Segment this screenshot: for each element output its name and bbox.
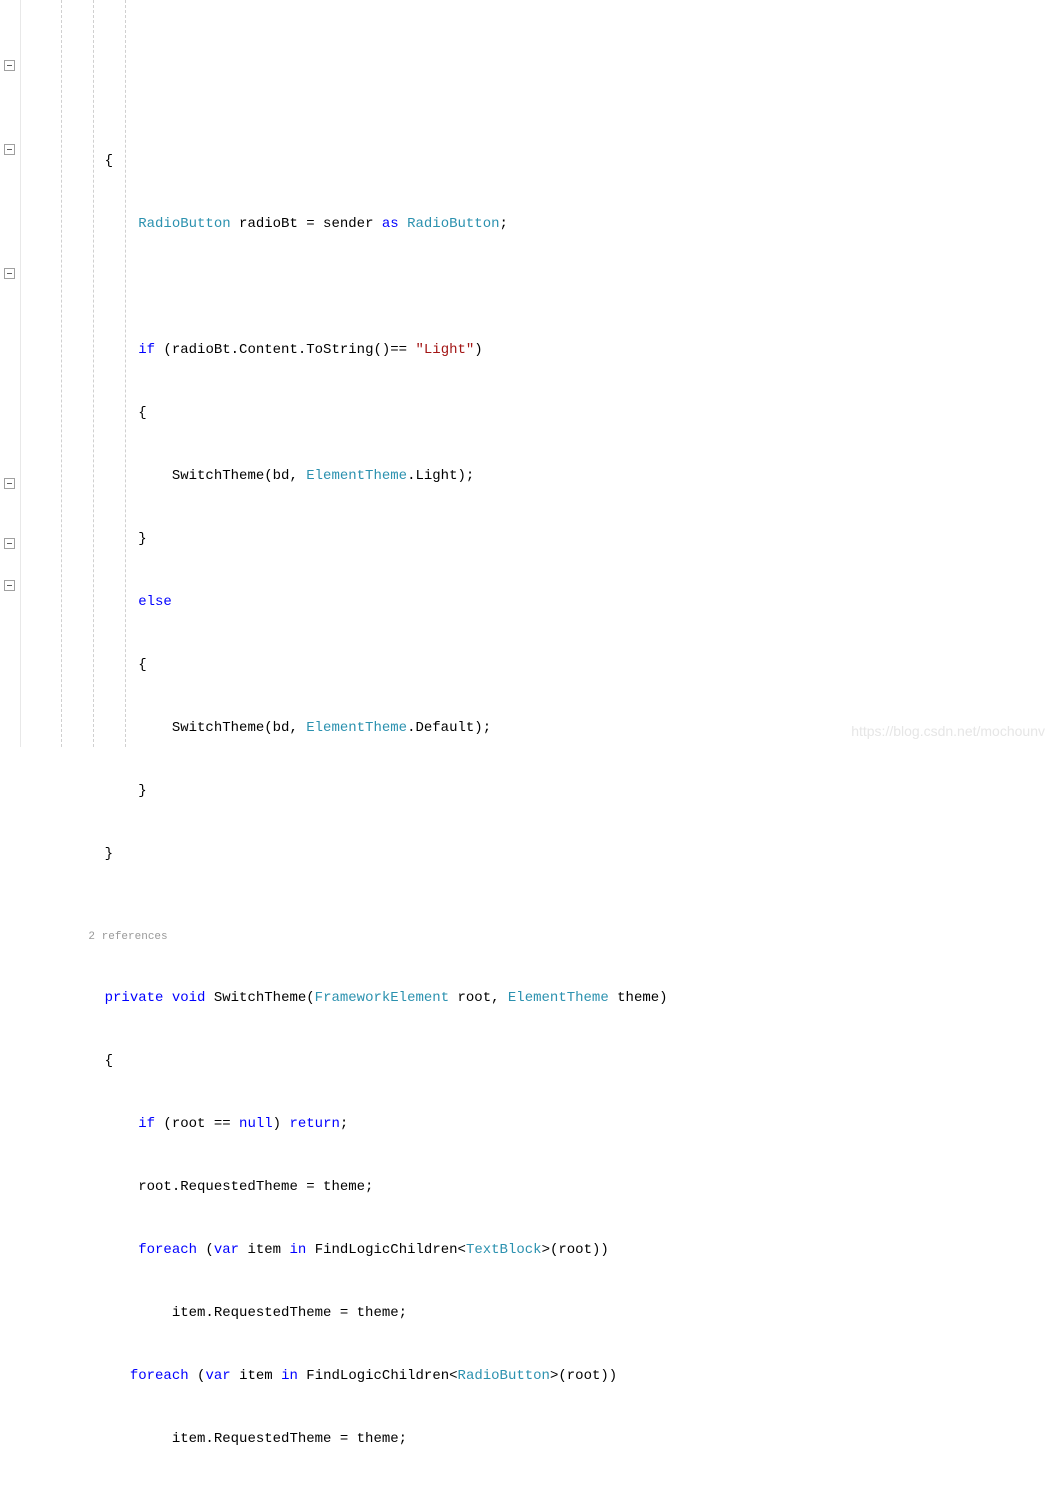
fold-toggle-icon[interactable] bbox=[4, 478, 15, 489]
code-line: { bbox=[21, 655, 1057, 676]
fold-toggle-icon[interactable] bbox=[4, 580, 15, 591]
code-line: item.RequestedTheme = theme; bbox=[21, 1429, 1057, 1450]
code-line: SwitchTheme(bd, ElementTheme.Light); bbox=[21, 466, 1057, 487]
code-line: root.RequestedTheme = theme; bbox=[21, 1177, 1057, 1198]
code-line: private void SwitchTheme(FrameworkElemen… bbox=[21, 988, 1057, 1009]
fold-toggle-icon[interactable] bbox=[4, 144, 15, 155]
code-line: } bbox=[21, 1492, 1057, 1494]
code-line: } bbox=[21, 529, 1057, 550]
code-content[interactable]: { RadioButton radioBt = sender as RadioB… bbox=[21, 0, 1057, 747]
code-line: RadioButton radioBt = sender as RadioBut… bbox=[21, 214, 1057, 235]
code-line: SwitchTheme(bd, ElementTheme.Default); bbox=[21, 718, 1057, 739]
code-editor[interactable]: { RadioButton radioBt = sender as RadioB… bbox=[0, 0, 1057, 747]
code-line: foreach (var item in FindLogicChildren<R… bbox=[21, 1366, 1057, 1387]
code-line: { bbox=[21, 403, 1057, 424]
code-line bbox=[21, 277, 1057, 298]
code-line: { bbox=[21, 151, 1057, 172]
code-line: item.RequestedTheme = theme; bbox=[21, 1303, 1057, 1324]
fold-gutter bbox=[0, 0, 21, 747]
code-line: foreach (var item in FindLogicChildren<T… bbox=[21, 1240, 1057, 1261]
codelens-references[interactable]: 2 references bbox=[21, 928, 1057, 946]
code-line: } bbox=[21, 844, 1057, 865]
fold-toggle-icon[interactable] bbox=[4, 60, 15, 71]
code-line: if (radioBt.Content.ToString()== "Light"… bbox=[21, 340, 1057, 361]
code-line: } bbox=[21, 781, 1057, 802]
code-line: { bbox=[21, 1051, 1057, 1072]
fold-toggle-icon[interactable] bbox=[4, 268, 15, 279]
code-line: if (root == null) return; bbox=[21, 1114, 1057, 1135]
fold-toggle-icon[interactable] bbox=[4, 538, 15, 549]
code-line: else bbox=[21, 592, 1057, 613]
